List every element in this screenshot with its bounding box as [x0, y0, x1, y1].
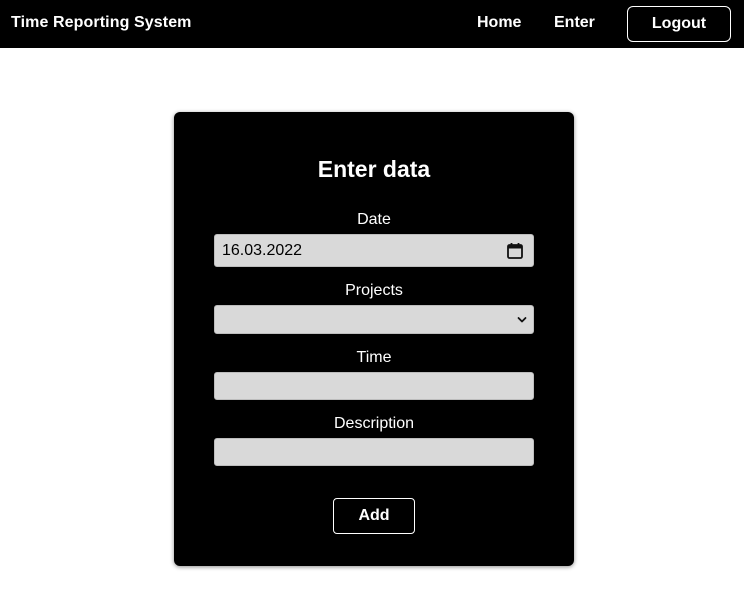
- form-title: Enter data: [317, 156, 431, 182]
- add-button[interactable]: Add: [333, 498, 415, 534]
- brand-title[interactable]: Time Reporting System: [11, 14, 192, 32]
- time-label: Time: [356, 349, 392, 366]
- date-value: 16.03.2022: [222, 242, 303, 259]
- chevron-down-icon: [517, 317, 527, 323]
- projects-select[interactable]: [214, 305, 534, 334]
- top-navbar: Time Reporting System Home Enter Logout: [0, 0, 744, 48]
- description-input[interactable]: [214, 438, 534, 466]
- description-label: Description: [333, 415, 415, 432]
- time-input[interactable]: [214, 372, 534, 400]
- logout-button[interactable]: Logout: [627, 6, 731, 42]
- nav-enter-link[interactable]: Enter: [554, 14, 595, 32]
- calendar-icon[interactable]: [506, 242, 524, 260]
- nav-home-link[interactable]: Home: [477, 14, 521, 32]
- date-input[interactable]: 16.03.2022: [214, 234, 534, 267]
- date-label: Date: [357, 211, 391, 228]
- enter-data-card: Enter data Date 16.03.2022 Projects Time…: [174, 112, 574, 566]
- projects-label: Projects: [345, 282, 403, 299]
